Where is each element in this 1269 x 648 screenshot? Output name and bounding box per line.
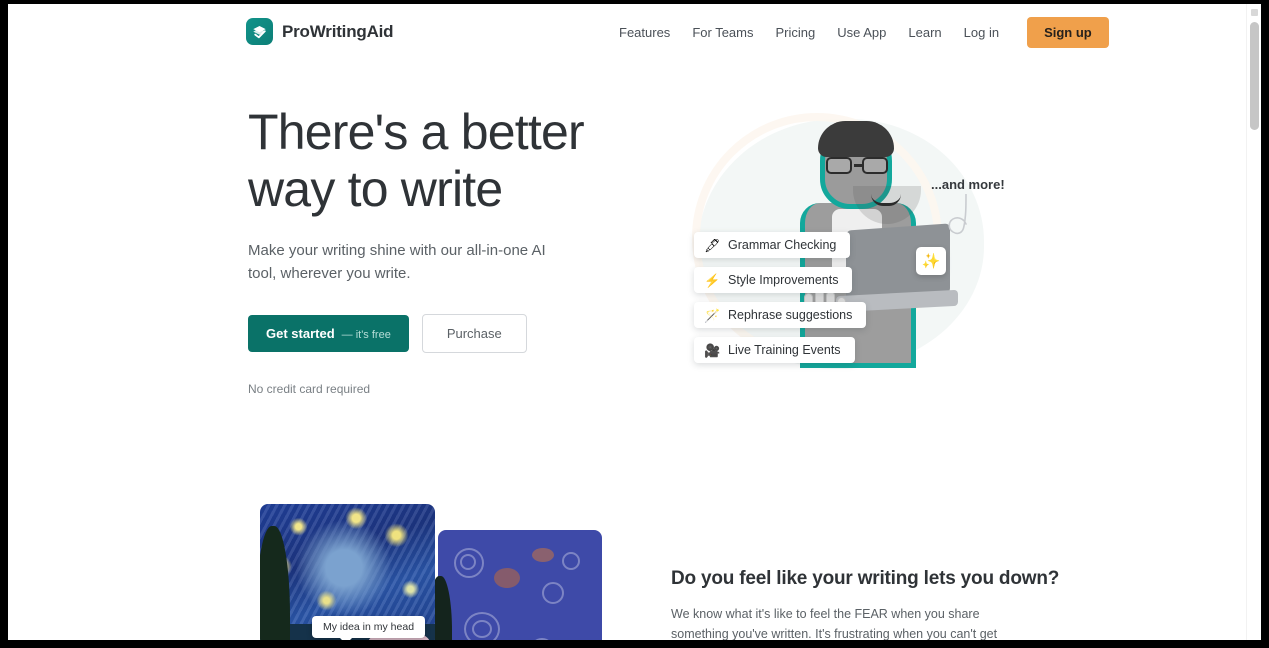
nav-item-use-app[interactable]: Use App <box>826 19 897 46</box>
nav-item-for-teams[interactable]: For Teams <box>681 19 764 46</box>
vertical-scrollbar[interactable] <box>1246 4 1261 644</box>
nav-item-log-in[interactable]: Log in <box>953 19 1010 46</box>
annotation-curve-icon <box>948 194 967 235</box>
site-header: ProWritingAid Features For Teams Pricing… <box>8 4 1253 60</box>
painting-cypress <box>260 526 290 644</box>
get-started-sublabel: — it's free <box>341 329 391 341</box>
quill-icon: 🖋 <box>704 237 721 253</box>
lightning-icon: ⚡ <box>704 272 721 288</box>
hero-illustration: ✨ ...and more! 🖋 Grammar Checking ⚡ Styl… <box>676 99 1016 389</box>
get-started-label: Get started <box>266 326 335 341</box>
lower-section-copy: Do you feel like your writing lets you d… <box>671 568 1060 644</box>
glasses-icon <box>826 157 888 174</box>
feature-chip-style-improvements[interactable]: ⚡ Style Improvements <box>694 267 853 293</box>
page-title: There's a better way to write <box>248 104 585 217</box>
purchase-button[interactable]: Purchase <box>421 314 527 353</box>
stacked-pages-icon <box>246 18 273 45</box>
writing-lets-you-down-section: My idea in my head Do you feel like your… <box>8 474 1253 644</box>
page-viewport: ProWritingAid Features For Teams Pricing… <box>8 4 1261 644</box>
scribble-card <box>438 530 602 644</box>
feature-chip-live-training-events[interactable]: 🎥 Live Training Events <box>694 337 855 363</box>
lower-section-body: We know what it's like to feel the FEAR … <box>671 607 998 641</box>
nav-item-pricing[interactable]: Pricing <box>764 19 826 46</box>
hero-section: There's a better way to write Make your … <box>248 104 648 396</box>
get-started-button[interactable]: Get started — it's free <box>248 315 409 352</box>
hero-cta-group: Get started — it's free Purchase <box>248 314 648 353</box>
feature-chip-label: Rephrase suggestions <box>728 308 853 322</box>
feature-chip-list: 🖋 Grammar Checking ⚡ Style Improvements … <box>694 232 944 372</box>
video-camera-icon: 🎥 <box>704 342 721 358</box>
person-hair <box>818 121 894 157</box>
nav-item-features[interactable]: Features <box>608 19 681 46</box>
starry-night-illustration: My idea in my head <box>260 504 605 644</box>
and-more-annotation: ...and more! <box>931 177 1005 192</box>
main-nav: Features For Teams Pricing Use App Learn… <box>608 16 1109 48</box>
signup-button[interactable]: Sign up <box>1027 16 1109 48</box>
scrollbar-thumb[interactable] <box>1250 22 1259 130</box>
feature-chip-grammar-checking[interactable]: 🖋 Grammar Checking <box>694 232 851 258</box>
feature-chip-rephrase-suggestions[interactable]: 🪄 Rephrase suggestions <box>694 302 867 328</box>
nav-item-learn[interactable]: Learn <box>897 19 952 46</box>
feature-chip-label: Live Training Events <box>728 343 841 357</box>
no-credit-card-note: No credit card required <box>248 382 371 396</box>
hero-subtitle: Make your writing shine with our all-in-… <box>248 242 546 282</box>
idea-callout-label: My idea in my head <box>312 616 426 644</box>
brand-name: ProWritingAid <box>282 21 394 41</box>
lower-section-title: Do you feel like your writing lets you d… <box>671 568 1060 589</box>
page-content: ProWritingAid Features For Teams Pricing… <box>8 4 1253 644</box>
magic-wand-icon: 🪄 <box>704 307 721 323</box>
feature-chip-label: Grammar Checking <box>728 238 837 252</box>
scroll-up-arrow-icon[interactable] <box>1251 9 1258 16</box>
browser-window: ProWritingAid Features For Teams Pricing… <box>0 0 1269 648</box>
window-bottom-edge <box>0 640 1269 648</box>
brand-logo-link[interactable]: ProWritingAid <box>246 18 394 45</box>
feature-chip-label: Style Improvements <box>728 273 839 287</box>
